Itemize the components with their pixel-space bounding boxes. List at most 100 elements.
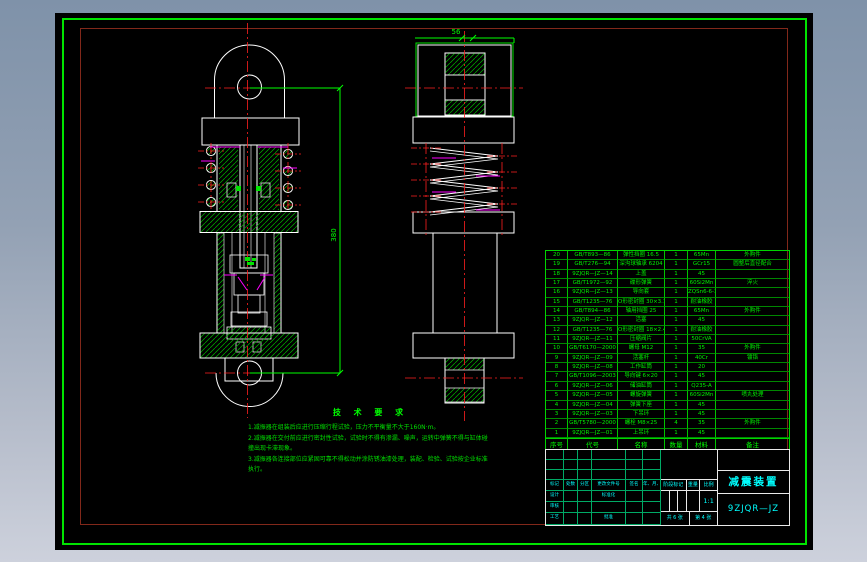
bom-cell: O形密封圈 30×3.1: [618, 297, 665, 308]
cad-drawing-canvas[interactable]: 380 56 技 术 要 求 1.减振器在组装后应进行压缩行程试验，压力不平衡量…: [55, 13, 813, 550]
revision-empty-cell: [643, 450, 661, 460]
bom-cell: 20: [688, 363, 716, 373]
bom-row: 1 9ZJQR—JZ—01 上吊环 1 45: [546, 428, 789, 438]
technical-notes-body: 1.减振器在组装后应进行压缩行程试验，压力不平衡量不大于160N·m。 2.减振器…: [248, 423, 493, 476]
role-cell: [626, 502, 643, 513]
bom-cell: 圆整后直径配合: [716, 260, 789, 270]
bom-row: 14 GB/T894—86 轴用挡圈 25 1 65Mn 外购件: [546, 307, 789, 317]
bom-cell: 活塞杆: [618, 353, 665, 364]
bom-cell: 弹性挡圈 16.5: [618, 251, 665, 261]
bom-cell: 60Si2Mn: [688, 391, 716, 401]
title-block-revision-area: 标记处数分区更改文件号签名年、月、日设计 标准化审核工艺 批准: [546, 450, 661, 525]
role-cell: 批准: [592, 513, 626, 525]
bom-cell: 45: [688, 269, 716, 280]
bom-cell: 活塞: [618, 316, 665, 326]
role-cell: 审核: [546, 502, 564, 513]
bom-cell: 35: [688, 344, 716, 354]
bom-cell: 65Mn: [688, 307, 716, 317]
bom-cell: 45: [688, 400, 716, 410]
role-cell: [578, 491, 592, 502]
bom-cell: [716, 401, 789, 410]
bom-cell: 轴用挡圈 25: [618, 307, 665, 317]
bom-cell: 弹簧下座: [618, 400, 665, 410]
bom-cell: [716, 429, 789, 438]
bom-cell: 1: [665, 372, 688, 382]
tech-note-line: 1.减振器在组装后应进行压缩行程试验，压力不平衡量不大于160N·m。: [248, 424, 440, 431]
bom-cell: 9ZJQR—JZ—03: [568, 409, 618, 420]
bom-cell: 18: [546, 269, 568, 280]
bom-row: 5 9ZJQR—JZ—05 螺旋弹簧 1 60Si2Mn 喷丸处理: [546, 391, 789, 401]
bom-cell: [716, 316, 789, 326]
revision-header-cell: 标记: [546, 480, 564, 491]
bom-cell: 碟形弹簧: [618, 279, 665, 289]
bom-cell: 耐油橡胶: [688, 297, 716, 308]
bom-cell: 2: [546, 419, 568, 429]
bom-cell: 螺旋弹簧: [618, 391, 665, 401]
revision-empty-cell: [578, 450, 592, 460]
bom-row: 10 GB/T6170—2000 螺母 M12 1 35 外购件: [546, 344, 789, 354]
bom-cell: 45: [688, 372, 716, 382]
drawing-number: 9ZJQR—JZ: [727, 504, 780, 514]
bom-cell: 13: [546, 316, 568, 326]
role-cell: 标准化: [592, 491, 626, 502]
bom-cell: 外购件: [716, 344, 789, 354]
bom-cell: 45: [688, 316, 716, 326]
weight-value: [687, 491, 701, 511]
revision-empty-cell: [626, 450, 643, 460]
bom-cell: 螺栓 M8×25: [618, 419, 665, 429]
desktop-background: 380 56 技 术 要 求 1.减振器在组装后应进行压缩行程试验，压力不平衡量…: [0, 0, 867, 562]
bom-cell: 9ZJQR—JZ—04: [568, 400, 618, 410]
bom-row: 13 9ZJQR—JZ—12 活塞 1 45: [546, 316, 789, 326]
bom-cell: 镀铬: [716, 354, 789, 364]
bom-row: 19 GB/T276—94 深沟球轴承 6204 1 GCr15 圆整后直径配合: [546, 260, 789, 270]
bom-cell: GB/T894—86: [568, 307, 618, 317]
bom-cell: 1: [665, 297, 688, 308]
bom-cell: 8: [546, 363, 568, 373]
bom-cell: [716, 382, 789, 392]
bom-cell: 1: [546, 428, 568, 438]
bom-cell: 1: [665, 344, 688, 354]
title-block-name-area: 减震装置 9ZJQR—JZ: [718, 450, 789, 525]
bom-cell: 3: [546, 409, 568, 420]
bom-cell: 60Si2Mn: [688, 279, 716, 289]
role-cell: [643, 502, 661, 513]
stage-mark-cells: [661, 491, 687, 511]
bom-cell: 9ZJQR—JZ—05: [568, 391, 618, 401]
bom-cell: 11: [546, 335, 568, 345]
bom-cell: 1: [665, 307, 688, 317]
bom-cell: 1: [665, 400, 688, 410]
role-cell: 设计: [546, 491, 564, 502]
bom-cell: 9ZJQR—JZ—09: [568, 353, 618, 364]
bom-cell: GB/T1972—92: [568, 279, 618, 289]
bom-cell: GB/T1235—76: [568, 297, 618, 308]
revision-header-cell: 年、月、日: [643, 480, 661, 491]
revision-empty-cell: [626, 470, 643, 480]
tech-note-line: 3.减振器各连接部位应紧固可靠不得松动并涂防锈油漆处理，装配、检验、试验按企业标…: [248, 455, 488, 474]
role-cell: [564, 513, 578, 525]
title-block: 标记处数分区更改文件号签名年、月、日设计 标准化审核工艺 批准 阶段标记 重量 比例…: [545, 449, 790, 526]
bom-cell: 下吊环: [618, 409, 665, 420]
bom-cell: 1: [665, 391, 688, 401]
revision-empty-cell: [643, 460, 661, 470]
bom-cell: 15: [546, 297, 568, 308]
bom-cell: GCr15: [688, 260, 716, 270]
bom-cell: 螺母 M12: [618, 344, 665, 354]
drawing-title: 减震装置: [718, 471, 789, 494]
bom-cell: 6: [546, 381, 568, 392]
bom-cell: [716, 363, 789, 373]
revision-empty-cell: [626, 460, 643, 470]
bom-cell: 9ZJQR—JZ—14: [568, 269, 618, 280]
material-mark-cell: [718, 450, 789, 471]
revision-empty-cell: [578, 460, 592, 470]
bom-cell: 9ZJQR—JZ—08: [568, 363, 618, 373]
bom-cell: 4: [546, 400, 568, 410]
role-cell: [578, 502, 592, 513]
revision-empty-cell: [592, 450, 626, 460]
bom-cell: 外购件: [716, 251, 789, 261]
bom-cell: 1: [665, 279, 688, 289]
bom-cell: 19: [546, 260, 568, 270]
revision-header-cell: 处数: [564, 480, 578, 491]
technical-notes-title: 技 术 要 求: [332, 408, 409, 417]
revision-header-cell: 分区: [578, 480, 592, 491]
bom-cell: 35: [688, 419, 716, 429]
